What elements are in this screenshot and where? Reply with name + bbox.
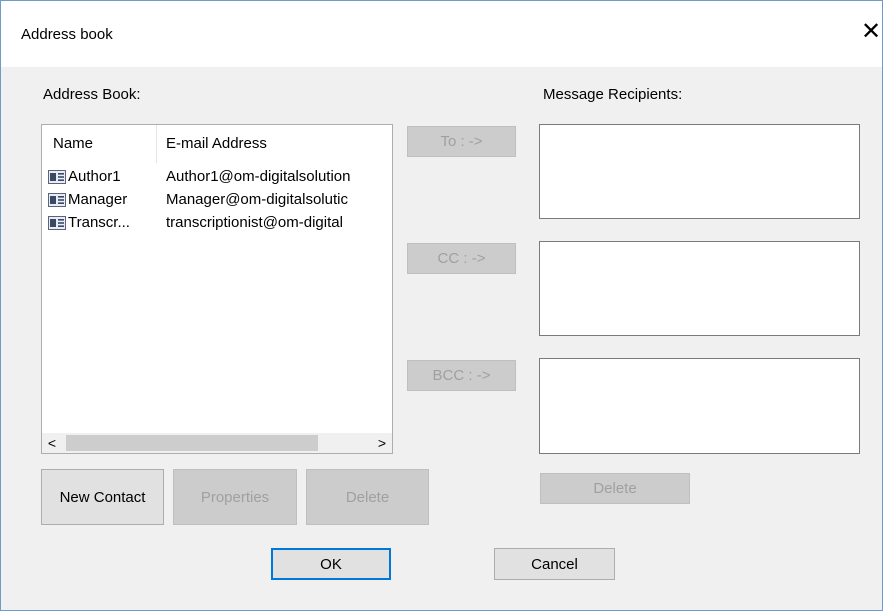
- scrollbar-thumb[interactable]: [66, 435, 318, 451]
- close-icon[interactable]: ✕: [861, 18, 881, 46]
- contact-card-icon: [48, 193, 66, 207]
- contact-name: Author1: [68, 168, 121, 185]
- contact-card-icon: [48, 216, 66, 230]
- title-bar: Address book ✕: [1, 1, 882, 67]
- scroll-right-icon[interactable]: >: [372, 433, 392, 453]
- contact-name: Manager: [68, 191, 128, 208]
- cc-button[interactable]: CC : ->: [407, 243, 516, 274]
- to-recipients-list[interactable]: [539, 124, 860, 219]
- list-item[interactable]: Transcr... transcriptionist@om-digital: [42, 212, 392, 235]
- contact-email: Manager@om-digitalsolutic: [166, 191, 348, 208]
- window-title: Address book: [21, 26, 113, 43]
- address-book-label: Address Book:: [43, 86, 141, 103]
- list-header: Name E-mail Address: [42, 125, 392, 163]
- horizontal-scrollbar[interactable]: < >: [42, 433, 392, 453]
- contact-email: Author1@om-digitalsolution: [166, 168, 351, 185]
- address-book-dialog: Address book ✕ Address Book: Message Rec…: [0, 0, 883, 611]
- scroll-left-icon[interactable]: <: [42, 433, 62, 453]
- new-contact-button[interactable]: New Contact: [41, 469, 164, 525]
- to-button[interactable]: To : ->: [407, 126, 516, 157]
- address-book-list[interactable]: Name E-mail Address Author1 Author1@om-d…: [41, 124, 393, 454]
- cancel-button[interactable]: Cancel: [494, 548, 615, 580]
- delete-contact-button[interactable]: Delete: [306, 469, 429, 525]
- contact-email: transcriptionist@om-digital: [166, 214, 343, 231]
- contact-card-icon: [48, 170, 66, 184]
- column-header-name[interactable]: Name: [53, 135, 93, 152]
- ok-button[interactable]: OK: [271, 548, 391, 580]
- properties-button[interactable]: Properties: [173, 469, 297, 525]
- column-header-email[interactable]: E-mail Address: [166, 135, 267, 152]
- bcc-button[interactable]: BCC : ->: [407, 360, 516, 391]
- message-recipients-label: Message Recipients:: [543, 86, 683, 103]
- contact-name: Transcr...: [68, 214, 130, 231]
- bcc-recipients-list[interactable]: [539, 358, 860, 454]
- delete-recipient-button[interactable]: Delete: [540, 473, 690, 504]
- cc-recipients-list[interactable]: [539, 241, 860, 336]
- list-item[interactable]: Author1 Author1@om-digitalsolution: [42, 166, 392, 189]
- list-item[interactable]: Manager Manager@om-digitalsolutic: [42, 189, 392, 212]
- column-divider[interactable]: [156, 125, 157, 163]
